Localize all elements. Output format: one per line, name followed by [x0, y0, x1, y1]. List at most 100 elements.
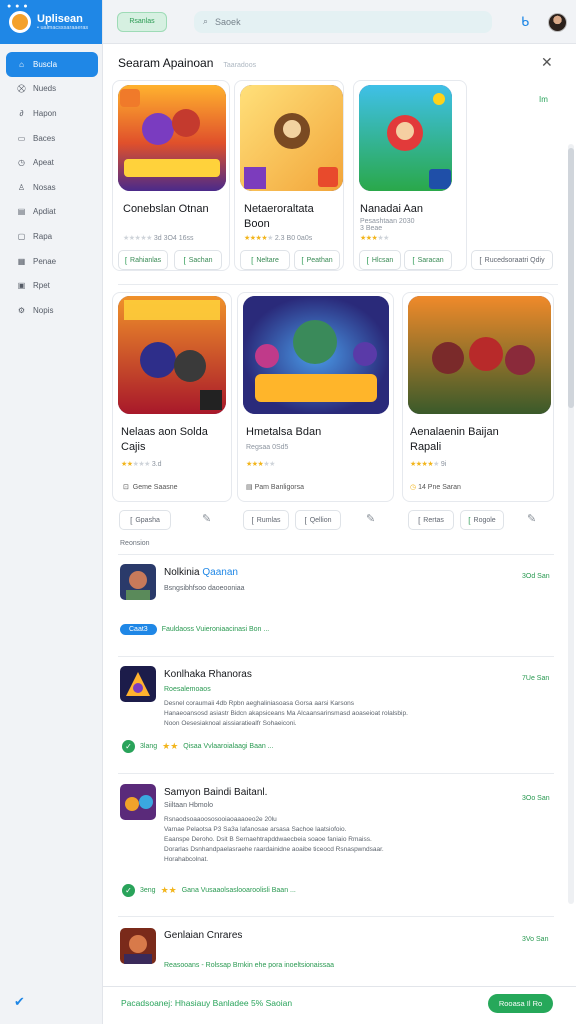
sidebar-item-baces[interactable]: ▭ Baces [6, 126, 98, 151]
list-item-title[interactable]: Genlaian Cnrares [164, 930, 242, 941]
footer-button[interactable]: Rooasa Il Ro [488, 994, 553, 1013]
list-thumbnail [120, 666, 156, 702]
sidebar-item-apdiat[interactable]: ▤ Apdiat [6, 200, 98, 225]
list-item-footer: ✓ 3lang ★★ Qisaa Vvlaaroialaagi Baan ... [122, 740, 274, 753]
sidebar-item-label: Nueds [33, 84, 57, 94]
sidebar-item-rpet[interactable]: ▣ Rpet [6, 273, 98, 298]
sidebar: ● ● ● Uplisean • ualmacsssaraaeras ⌂ Busc… [0, 0, 103, 1024]
divider [118, 916, 554, 917]
sidebar-item-nopis[interactable]: ⚙ Nopis [6, 298, 98, 323]
action-button[interactable]: [Peathan [294, 250, 340, 270]
game-meta: ★★★★★ 3.d [121, 461, 162, 468]
footer-text: Pacadsoanej: Hhasiauy Banladee 5% Saoian [121, 998, 293, 1008]
game-title: Conebslan Otnan [123, 203, 209, 215]
list-thumbnail [120, 928, 156, 964]
game-title: Nanadai Aan [360, 203, 423, 215]
card-action-button[interactable]: [Rumlas [243, 510, 289, 530]
bracket-icon: [ [304, 515, 307, 525]
rating-stars: ★★★★★ [121, 461, 150, 468]
edit-icon[interactable]: ✎ [202, 512, 211, 525]
game-footer: ▤ Pam Banligorsa [246, 484, 304, 491]
bracket-icon: [ [124, 255, 128, 265]
action-button[interactable]: [Hlcsan [359, 250, 401, 270]
bracket-icon: [ [412, 255, 415, 265]
scrollbar[interactable] [568, 144, 574, 904]
sidebar-item-apeat[interactable]: ◷ Apeat [6, 150, 98, 175]
action-button[interactable]: [Rucedsoraatri Qdiy [471, 250, 553, 270]
action-button[interactable]: [Rahianlas [118, 250, 168, 270]
divider [118, 656, 554, 657]
list-item-title[interactable]: Samyon Baindi Baitanl. [164, 787, 267, 798]
sidebar-item-label: Penae [33, 256, 57, 266]
rating-stars: ★★ [162, 741, 179, 751]
game-title: Netaeroraltata Boon [244, 203, 314, 230]
game-title: Nelaas aon Solda Cajis [121, 426, 208, 453]
sidebar-item-hapon[interactable]: ∂ Hapon [6, 101, 98, 126]
sidebar-item-penae[interactable]: ▦ Penae [6, 249, 98, 274]
search-input[interactable]: ⌕ Saoek [194, 10, 492, 33]
list-item-footer: ✓ 3eng ★★ Gana Vusaaolsaslooaroolisli Baan … [122, 884, 296, 897]
list-item-description: Rsnaodsoaaoososooiaoaaaoeo2e 20lu Varnae… [164, 816, 384, 864]
document-icon: ▤ [246, 484, 253, 491]
page-subtitle: Taaradoos [223, 62, 257, 69]
sidebar-item-rapa[interactable]: ▢ Rapa [6, 224, 98, 249]
bracket-icon: [ [418, 515, 421, 525]
action-button[interactable]: [Neltare [240, 250, 290, 270]
folder-icon: ▢ [17, 231, 26, 241]
game-title: Aenalaenin Baijan Rapali [410, 426, 499, 453]
calendar-icon: ▦ [17, 256, 26, 266]
card-action-button[interactable]: [Qellion [295, 510, 341, 530]
sidebar-item-label: Apeat [33, 158, 54, 168]
action-button[interactable]: [Saracan [404, 250, 452, 270]
page-title: Searam Apainoan [118, 56, 214, 70]
sidebar-item-nueds[interactable]: ⛒ Nueds [6, 77, 98, 102]
monitor-icon: ▣ [17, 281, 26, 291]
game-footer: ◷ 14 Pne Saran [410, 484, 461, 491]
rating-stars: ★★ [160, 885, 177, 895]
footer-bar: Pacadsoanej: Hhasiauy Banladee 5% Saoian… [103, 986, 576, 1024]
check-icon: ✓ [122, 884, 135, 897]
status-badge[interactable]: Caat3 [120, 624, 157, 635]
rating-stars: ★★★★★ [244, 235, 273, 242]
bracket-icon: [ [366, 255, 369, 265]
divider [118, 773, 554, 774]
list-item-subtitle: Siiltaan Hbmolo [164, 802, 214, 809]
list-thumbnail [120, 784, 156, 820]
game-art-image [118, 296, 226, 414]
clock-icon: ◷ [410, 484, 417, 491]
sidebar-item-nosas[interactable]: ♙ Nosas [6, 175, 98, 200]
action-button[interactable]: [Sachan [174, 250, 222, 270]
sidebar-item-buscla[interactable]: ⌂ Buscla [6, 52, 98, 77]
edit-icon[interactable]: ✎ [527, 512, 536, 525]
card-action-button[interactable]: [Rogole [460, 510, 504, 530]
home-icon: ⌂ [19, 59, 24, 69]
list-item-size: 3Od San [522, 573, 550, 580]
list-item-subtitle: Bsngsibhfsoo daoeooniaa [164, 585, 245, 592]
card-action-button[interactable]: [Gpasha [119, 510, 171, 530]
rating-stars: ★★★★★ [410, 461, 439, 468]
window-dots-icon: ● ● ● [7, 3, 29, 10]
list-item-title[interactable]: Nolkinia Qaanan [164, 567, 238, 578]
sidebar-item-label: Buscla [33, 59, 58, 69]
close-icon[interactable]: ✕ [541, 54, 553, 71]
section-label: Reonsion [120, 540, 150, 547]
check-icon: ✓ [122, 740, 135, 753]
list-item-title[interactable]: Konlhaka Rhanoras [164, 669, 252, 680]
bracket-icon: [ [183, 255, 186, 265]
check-icon[interactable]: ✔ [14, 994, 25, 1010]
scrollbar-thumb[interactable] [568, 148, 574, 408]
see-all-link[interactable]: Im [539, 95, 548, 104]
filter-chip[interactable]: Rsanlas [117, 11, 167, 32]
game-art-image [359, 85, 452, 191]
edit-icon[interactable]: ✎ [366, 512, 375, 525]
app-brand[interactable]: ● ● ● Uplisean • ualmacsssaraaeras [0, 0, 102, 44]
game-art-image [118, 85, 226, 191]
card-action-button[interactable]: [Rertas [408, 510, 454, 530]
sidebar-nav: ⌂ Buscla ⛒ Nueds ∂ Hapon ▭ Baces ◷ Apeat ♙ Nos… [0, 52, 102, 323]
sidebar-item-label: Apdiat [33, 207, 56, 217]
bell-icon[interactable]: ᑲ [521, 14, 529, 30]
rating-stars: ★★★★★ [123, 235, 152, 242]
list-item-subtitle: Reasooans - Rolssap Brnkin ehe pora inoe… [164, 962, 335, 969]
avatar[interactable] [548, 13, 567, 32]
game-art-image [408, 296, 551, 414]
